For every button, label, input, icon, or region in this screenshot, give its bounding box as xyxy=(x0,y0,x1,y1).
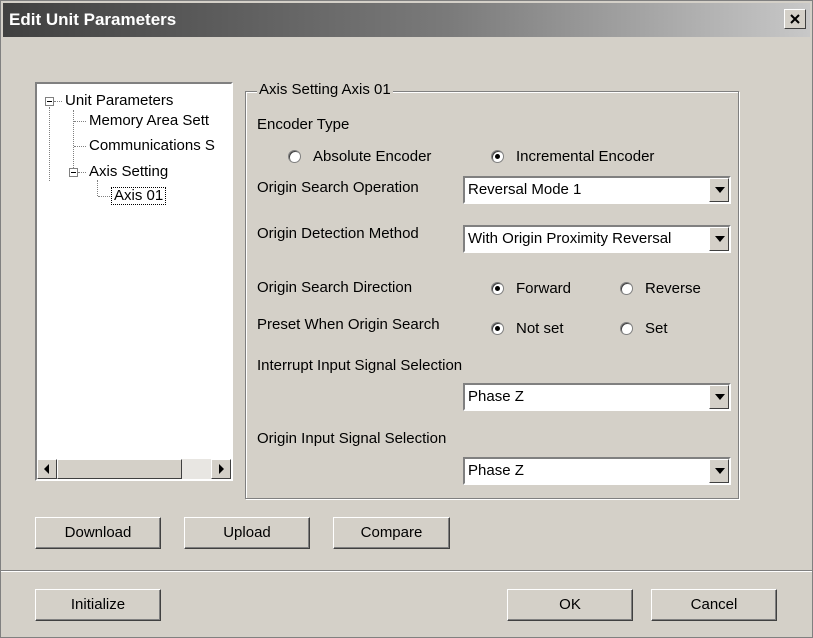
not-set-radio[interactable] xyxy=(491,322,504,335)
tree-item-axis-setting[interactable]: Axis Setting xyxy=(89,163,168,181)
origin-input-signal-label: Origin Input Signal Selection xyxy=(257,430,447,447)
collapse-icon[interactable] xyxy=(69,168,78,177)
scroll-left-button[interactable] xyxy=(37,459,57,479)
tree-item-memory-area[interactable]: Memory Area Sett xyxy=(89,112,209,130)
absolute-encoder-label[interactable]: Absolute Encoder xyxy=(313,148,431,166)
origin-search-operation-value: Reversal Mode 1 xyxy=(468,181,582,198)
dropdown-button[interactable] xyxy=(709,227,729,251)
interrupt-input-signal-select[interactable]: Phase Z xyxy=(463,383,731,411)
parameter-tree[interactable]: Unit Parameters Memory Area Sett Communi… xyxy=(35,82,233,481)
origin-search-operation-label: Origin Search Operation xyxy=(257,179,419,196)
ok-button[interactable]: OK xyxy=(507,589,633,621)
not-set-label[interactable]: Not set xyxy=(516,320,564,338)
separator xyxy=(1,570,812,572)
reverse-label[interactable]: Reverse xyxy=(645,280,701,298)
set-label[interactable]: Set xyxy=(645,320,668,338)
close-icon xyxy=(790,14,800,24)
tree-item-communications[interactable]: Communications S xyxy=(89,137,215,155)
groupbox-title: Axis Setting Axis 01 xyxy=(257,81,393,99)
forward-label[interactable]: Forward xyxy=(516,280,571,298)
absolute-encoder-radio[interactable] xyxy=(288,150,301,163)
tree-item-axis-01-label: Axis 01 xyxy=(114,187,164,204)
origin-detection-method-value: With Origin Proximity Reversal xyxy=(468,230,672,247)
origin-input-signal-value: Phase Z xyxy=(468,462,524,479)
incremental-encoder-label[interactable]: Incremental Encoder xyxy=(516,148,654,166)
scroll-right-button[interactable] xyxy=(211,459,231,479)
dropdown-button[interactable] xyxy=(709,385,729,409)
reverse-radio[interactable] xyxy=(620,282,633,295)
horizontal-scrollbar[interactable] xyxy=(37,459,231,479)
dropdown-button[interactable] xyxy=(709,459,729,483)
download-button[interactable]: Download xyxy=(35,517,161,549)
chevron-down-icon xyxy=(715,394,725,400)
preset-when-origin-search-label: Preset When Origin Search xyxy=(257,316,440,333)
compare-button[interactable]: Compare xyxy=(333,517,450,549)
chevron-down-icon xyxy=(715,236,725,242)
set-radio[interactable] xyxy=(620,322,633,335)
chevron-down-icon xyxy=(715,468,725,474)
upload-button[interactable]: Upload xyxy=(184,517,310,549)
incremental-encoder-radio[interactable] xyxy=(491,150,504,163)
dialog-title: Edit Unit Parameters xyxy=(9,10,177,29)
origin-detection-method-label: Origin Detection Method xyxy=(257,225,419,242)
origin-search-operation-select[interactable]: Reversal Mode 1 xyxy=(463,176,731,204)
chevron-right-icon xyxy=(219,464,224,474)
edit-unit-parameters-dialog: Edit Unit Parameters Unit Parameters Mem… xyxy=(0,0,813,638)
interrupt-input-signal-label: Interrupt Input Signal Selection xyxy=(257,357,463,374)
forward-radio[interactable] xyxy=(491,282,504,295)
title-bar: Edit Unit Parameters xyxy=(3,3,810,37)
close-button[interactable] xyxy=(784,9,806,29)
dropdown-button[interactable] xyxy=(709,178,729,202)
tree-item-unit-parameters[interactable]: Unit Parameters xyxy=(65,92,173,110)
chevron-left-icon xyxy=(44,464,49,474)
origin-input-signal-select[interactable]: Phase Z xyxy=(463,457,731,485)
scroll-thumb[interactable] xyxy=(57,459,182,479)
collapse-icon[interactable] xyxy=(45,97,54,106)
encoder-type-label: Encoder Type xyxy=(257,116,350,133)
tree-item-axis-01[interactable]: Axis 01 xyxy=(111,187,167,205)
cancel-button[interactable]: Cancel xyxy=(651,589,777,621)
chevron-down-icon xyxy=(715,187,725,193)
origin-search-direction-label: Origin Search Direction xyxy=(257,279,413,296)
initialize-button[interactable]: Initialize xyxy=(35,589,161,621)
interrupt-input-signal-value: Phase Z xyxy=(468,388,524,405)
origin-detection-method-select[interactable]: With Origin Proximity Reversal xyxy=(463,225,731,253)
